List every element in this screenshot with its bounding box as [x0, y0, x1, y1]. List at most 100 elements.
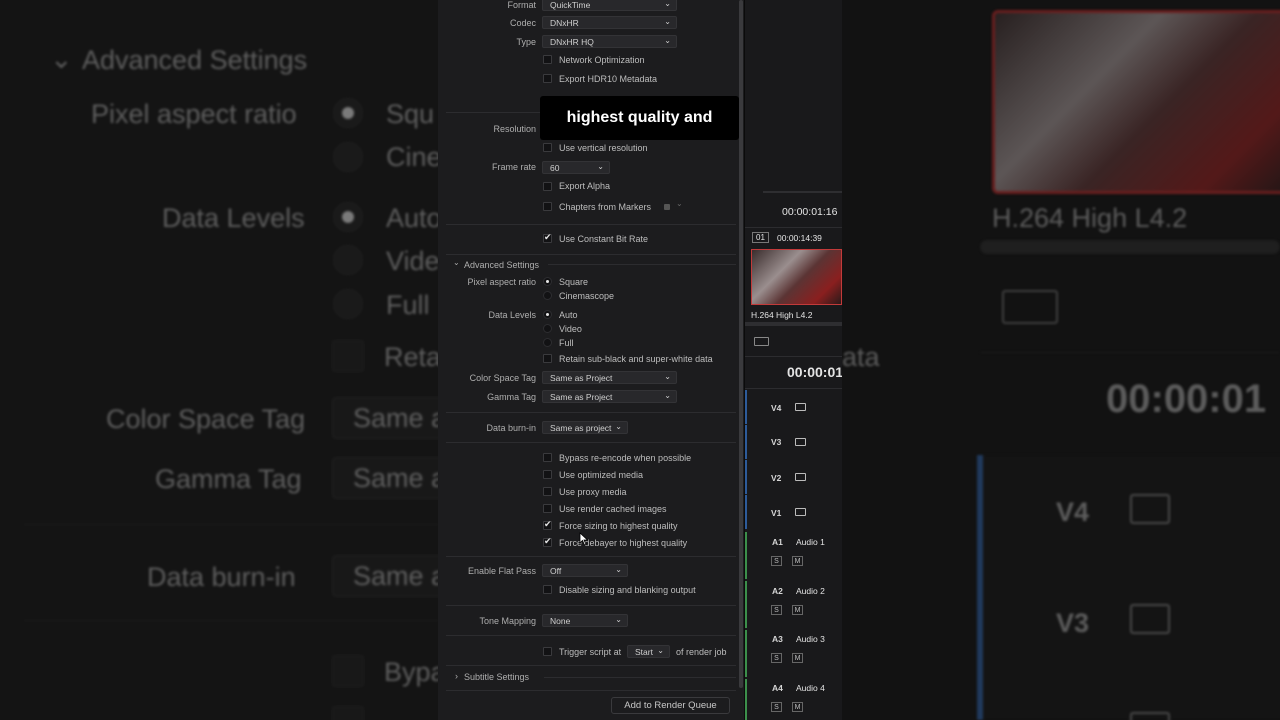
- force-sizing-checkbox[interactable]: [543, 519, 552, 530]
- chevron-down-icon[interactable]: ⌄: [676, 199, 683, 208]
- bg-line-2: [980, 352, 1280, 353]
- mute-button[interactable]: M: [792, 653, 803, 663]
- solo-button[interactable]: S: [771, 605, 782, 615]
- mouse-cursor-icon: [579, 532, 589, 546]
- track-a3[interactable]: A3 Audio 3 S M: [745, 630, 842, 677]
- mute-button[interactable]: M: [792, 702, 803, 712]
- mute-button[interactable]: M: [792, 605, 803, 615]
- bypass-reencode-checkbox[interactable]: [543, 453, 552, 462]
- data-burn-in-select[interactable]: Same as project ⌄: [542, 421, 628, 434]
- enable-flat-pass-value: Off: [550, 566, 562, 576]
- use-proxy-media-checkbox[interactable]: [543, 487, 552, 496]
- track-v2[interactable]: V2: [745, 460, 842, 494]
- force-debayer-checkbox[interactable]: [543, 536, 552, 547]
- bg-v3-icon: [1130, 604, 1170, 634]
- export-alpha-checkbox[interactable]: [543, 182, 552, 191]
- chevron-down-icon: ⌄: [664, 391, 671, 400]
- track-v3-label: V3: [771, 437, 782, 447]
- header-line: [548, 264, 736, 265]
- solo-button[interactable]: S: [771, 556, 782, 566]
- bg-burn-in-value: Same a: [353, 561, 438, 591]
- add-to-render-queue-button[interactable]: Add to Render Queue: [611, 697, 730, 714]
- use-constant-bit-rate-checkbox[interactable]: [543, 232, 552, 243]
- retain-sub-black-checkbox[interactable]: [543, 354, 552, 363]
- bg-color-space-value: Same a: [353, 403, 438, 433]
- bg-data-burn-in: Data burn-in: [147, 562, 296, 592]
- subtitle-settings-header[interactable]: Subtitle Settings: [464, 672, 529, 682]
- track-a3-id: A3: [772, 634, 783, 644]
- data-burn-in-value: Same as project: [550, 423, 612, 433]
- disable-sizing-checkbox[interactable]: [543, 585, 552, 594]
- trigger-script-select[interactable]: Start ⌄: [627, 645, 670, 658]
- chevron-down-icon[interactable]: ⌄: [453, 258, 460, 267]
- track-v2-label: V2: [771, 473, 782, 483]
- track-a4[interactable]: A4 Audio 4 S M: [745, 679, 842, 720]
- network-optimization-checkbox[interactable]: [543, 55, 552, 64]
- enable-flat-pass-select[interactable]: Off ⌄: [542, 564, 628, 577]
- gamma-tag-value: Same as Project: [550, 392, 613, 402]
- track-v4[interactable]: V4: [745, 390, 842, 424]
- square-label: Square: [559, 277, 589, 287]
- track-v4-label: V4: [771, 403, 782, 413]
- cinemascope-label: Cinemascope: [559, 291, 615, 301]
- radio-video[interactable]: [543, 324, 552, 333]
- radio-square[interactable]: [543, 277, 552, 286]
- bg-radio-full: [333, 289, 363, 319]
- track-a1[interactable]: A1 Audio 1 S M: [745, 532, 842, 579]
- advanced-settings-header[interactable]: Advanced Settings: [464, 260, 539, 270]
- data-burn-in-label: Data burn-in: [486, 423, 536, 433]
- use-optimized-media-checkbox[interactable]: [543, 470, 552, 479]
- export-hdr10-label: Export HDR10 Metadata: [559, 74, 658, 84]
- export-hdr10-checkbox[interactable]: [543, 74, 552, 83]
- track-a2[interactable]: A2 Audio 2 S M: [745, 581, 842, 628]
- gamma-tag-select[interactable]: Same as Project ⌄: [542, 390, 677, 403]
- clip-duration: 00:00:14:39: [777, 233, 822, 243]
- frame-rate-select[interactable]: 60 ⌄: [542, 161, 610, 174]
- grid-view-icon[interactable]: [754, 337, 769, 346]
- pixel-aspect-label: Pixel aspect ratio: [467, 277, 536, 287]
- codec-select[interactable]: DNxHR ⌄: [542, 16, 677, 29]
- chapters-from-markers-checkbox[interactable]: [543, 202, 552, 211]
- marker-color-icon[interactable]: [664, 204, 670, 210]
- section-divider: [446, 412, 736, 413]
- radio-full[interactable]: [543, 338, 552, 347]
- retain-sub-black-label: Retain sub-black and super-white data: [559, 354, 713, 364]
- force-sizing-label: Force sizing to highest quality: [559, 521, 678, 531]
- strip-line: [745, 356, 842, 357]
- chevron-down-icon: ⌄: [664, 36, 671, 45]
- bg-color-space-select: Same a: [332, 397, 438, 439]
- color-space-tag-select[interactable]: Same as Project ⌄: [542, 371, 677, 384]
- panel-scrollbar[interactable]: [739, 0, 743, 688]
- track-v3[interactable]: V3: [745, 425, 842, 459]
- format-select[interactable]: QuickTime ⌄: [542, 0, 677, 11]
- bg-retain: Reta: [384, 342, 438, 372]
- type-label: Type: [516, 37, 536, 47]
- bg-gamma-value: Same a: [353, 463, 438, 493]
- mute-button[interactable]: M: [792, 556, 803, 566]
- track-a1-name: Audio 1: [796, 537, 825, 547]
- use-render-cached-checkbox[interactable]: [543, 504, 552, 513]
- film-icon: [795, 403, 806, 411]
- bg-full: Full: [386, 290, 430, 320]
- bg-auto: Auto: [386, 203, 438, 233]
- bg-scroll: [980, 240, 1280, 254]
- track-v1[interactable]: V1: [745, 495, 842, 529]
- film-icon: [795, 438, 806, 446]
- clip-number: 01: [752, 232, 769, 243]
- film-icon: [795, 508, 806, 516]
- type-value: DNxHR HQ: [550, 37, 594, 47]
- chevron-right-icon[interactable]: ›: [455, 671, 458, 681]
- solo-button[interactable]: S: [771, 653, 782, 663]
- use-vertical-resolution-checkbox[interactable]: [543, 143, 552, 152]
- type-select[interactable]: DNxHR HQ ⌄: [542, 35, 677, 48]
- enable-flat-pass-label: Enable Flat Pass: [467, 566, 536, 576]
- radio-auto[interactable]: [543, 310, 552, 319]
- trigger-script-checkbox[interactable]: [543, 647, 552, 656]
- use-optimized-media-label: Use optimized media: [559, 470, 644, 480]
- bg-codec: H.264 High L4.2: [992, 203, 1188, 233]
- strip-scroll[interactable]: [745, 322, 842, 326]
- solo-button[interactable]: S: [771, 702, 782, 712]
- radio-cinemascope[interactable]: [543, 291, 552, 300]
- clip-thumbnail[interactable]: [751, 249, 842, 305]
- tone-mapping-select[interactable]: None ⌄: [542, 614, 628, 627]
